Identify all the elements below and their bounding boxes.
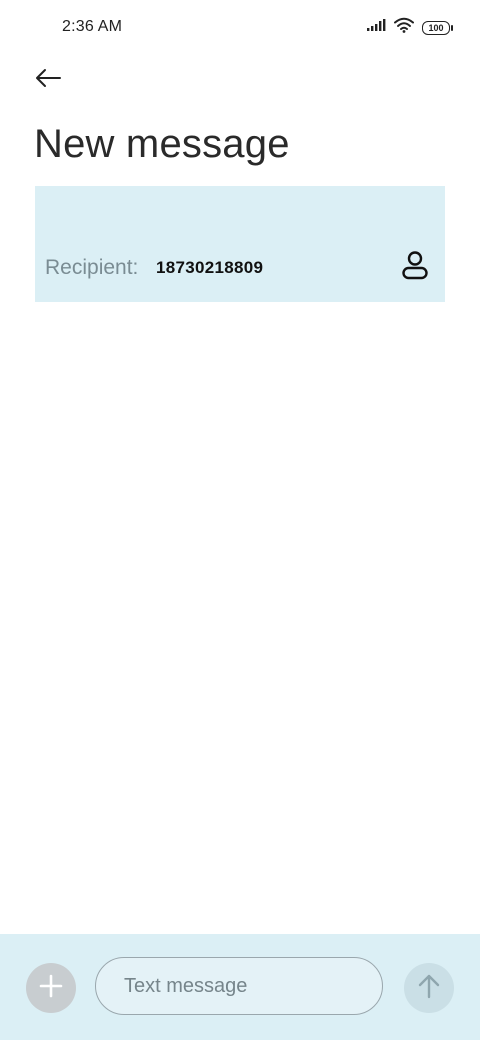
send-arrow-icon: [417, 973, 441, 1004]
send-button[interactable]: [404, 963, 454, 1013]
recipient-label: Recipient:: [45, 256, 139, 279]
back-arrow-icon: [34, 68, 62, 93]
recipient-panel[interactable]: Recipient: 18730218809: [35, 186, 445, 302]
compose-bar: [0, 934, 480, 1040]
battery-icon: 100: [422, 20, 453, 35]
page-title: New message: [34, 122, 290, 166]
status-time: 2:36 AM: [62, 18, 123, 35]
status-bar: 2:36 AM 100: [0, 0, 480, 56]
signal-icon: [366, 18, 386, 37]
status-icons: 100: [366, 17, 453, 38]
back-button[interactable]: [30, 62, 66, 98]
contact-picker-button[interactable]: [399, 250, 431, 284]
wifi-icon: [394, 17, 414, 38]
message-input[interactable]: [122, 958, 366, 1015]
plus-icon: [39, 974, 63, 1003]
contact-icon: [401, 250, 429, 285]
recipient-number[interactable]: 18730218809: [156, 258, 263, 278]
message-input-container[interactable]: [95, 957, 383, 1015]
attach-button[interactable]: [26, 963, 76, 1013]
